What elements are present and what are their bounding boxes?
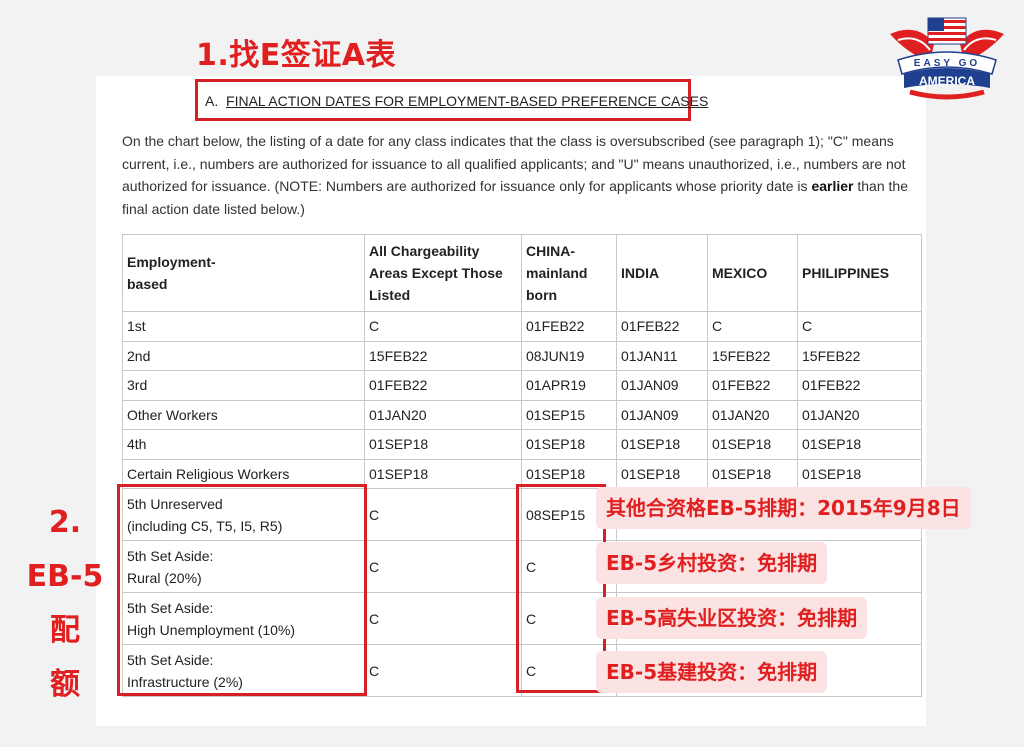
table-header-cell: MEXICO — [707, 234, 798, 312]
section-title-link[interactable]: FINAL ACTION DATES FOR EMPLOYMENT-BASED … — [226, 93, 708, 109]
table-cell: 01FEB22 — [797, 370, 922, 401]
table-cell: 15FEB22 — [797, 340, 922, 371]
table-cell: 01JAN20 — [707, 399, 798, 430]
table-cell: Other Workers — [122, 399, 365, 430]
page-heading: 1.找E签证A表 — [196, 38, 396, 73]
annotation-eb5-unreserved: 其他合资格EB-5排期：2015年9月8日 — [596, 487, 971, 529]
eb5-all-areas-cell: C — [364, 540, 522, 593]
table-cell: C — [707, 311, 798, 342]
table-header-cell: CHINA-mainland born — [521, 234, 617, 312]
table-cell: 01SEP18 — [797, 429, 922, 460]
annotation-eb5-infrastructure: EB-5基建投资：免排期 — [596, 651, 828, 693]
table-row: 4th 01SEP18 01SEP18 01SEP18 01SEP18 01SEP18 — [122, 429, 922, 460]
table-cell: 01SEP18 — [707, 458, 798, 489]
side-label-char2: 额 — [50, 667, 80, 702]
logo-easy-go-text: EASY GO — [914, 58, 980, 69]
table-cell: 01SEP15 — [521, 399, 617, 430]
table-cell: 01FEB22 — [616, 311, 708, 342]
table-cell: 01JAN09 — [616, 399, 708, 430]
table-cell: 01SEP18 — [616, 458, 708, 489]
table-cell: 01SEP18 — [521, 429, 617, 460]
table-cell: 01SEP18 — [364, 429, 522, 460]
eb5-china-highlight — [516, 484, 606, 693]
table-cell: C — [364, 311, 522, 342]
table-cell: 01FEB22 — [364, 370, 522, 401]
table-header-cell: All Chargeability Areas Except Those Lis… — [364, 234, 522, 312]
table-cell: 01FEB22 — [707, 370, 798, 401]
side-label-number: 2. — [48, 505, 82, 540]
table-row: 2nd 15FEB22 08JUN19 01JAN11 15FEB22 15FEB22 — [122, 340, 922, 371]
table-cell: 01JAN11 — [616, 340, 708, 371]
table-cell: 4th — [122, 429, 365, 460]
eb5-all-areas-cell: C — [364, 592, 522, 645]
table-header-cell: PHILIPPINES — [797, 234, 922, 312]
side-label-char1: 配 — [50, 613, 80, 648]
table-cell: 01APR19 — [521, 370, 617, 401]
intro-paragraph: On the chart below, the listing of a dat… — [122, 130, 917, 220]
annotation-eb5-rural: EB-5乡村投资：免排期 — [596, 542, 828, 584]
table-cell: 2nd — [122, 340, 365, 371]
table-row: Other Workers 01JAN20 01SEP15 01JAN09 01JAN2… — [122, 399, 922, 430]
table-cell: 01SEP18 — [707, 429, 798, 460]
eb5-category-highlight — [117, 484, 367, 696]
table-cell: 1st — [122, 311, 365, 342]
table-cell: 01JAN20 — [364, 399, 522, 430]
table-header-cell: Employment-based — [122, 234, 365, 312]
table-cell: 01JAN09 — [616, 370, 708, 401]
side-label-eb5: EB-5 — [26, 559, 104, 594]
table-cell: 01JAN20 — [797, 399, 922, 430]
logo-america-text: AMERICA — [919, 74, 975, 88]
eb5-all-areas-cell: C — [364, 644, 522, 697]
table-cell: 3rd — [122, 370, 365, 401]
intro-part1: On the chart below, the listing of a dat… — [122, 133, 906, 194]
table-cell: 15FEB22 — [707, 340, 798, 371]
section-prefix: A. — [205, 93, 219, 109]
section-title: A. FINAL ACTION DATES FOR EMPLOYMENT-BAS… — [205, 93, 708, 109]
table-row: 1st C 01FEB22 01FEB22 C C — [122, 311, 922, 342]
table-header-cell: INDIA — [616, 234, 708, 312]
table-cell: 08JUN19 — [521, 340, 617, 371]
table-cell: 01SEP18 — [797, 458, 922, 489]
table-cell: 01SEP18 — [616, 429, 708, 460]
intro-bold: earlier — [811, 178, 854, 194]
table-cell: 15FEB22 — [364, 340, 522, 371]
table-header-row: Employment-based All Chargeability Areas … — [122, 234, 922, 312]
eb5-all-areas-cell: C — [364, 488, 522, 541]
table-cell: 01FEB22 — [521, 311, 617, 342]
table-cell: 01SEP18 — [364, 458, 522, 489]
table-row: 3rd 01FEB22 01APR19 01JAN09 01FEB22 01FEB22 — [122, 370, 922, 401]
annotation-eb5-high-unemployment: EB-5高失业区投资：免排期 — [596, 597, 868, 639]
easy-go-america-logo: EASY GO AMERICA — [890, 17, 1004, 100]
eb5-side-label: 2. EB-5 配 额 — [10, 496, 120, 712]
table-cell: C — [797, 311, 922, 342]
